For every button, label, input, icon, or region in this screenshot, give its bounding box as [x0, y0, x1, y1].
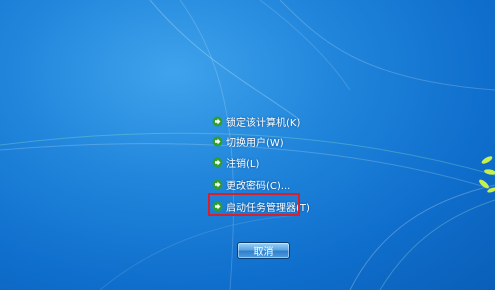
menu-item-log-off[interactable]: 注销(L) — [212, 154, 259, 170]
menu-item-label: 切换用户(W) — [226, 137, 284, 149]
leaf-decoration — [479, 156, 495, 193]
menu-item-switch-user[interactable]: 切换用户(W) — [212, 133, 284, 149]
highlight-box — [208, 193, 300, 216]
menu-item-lock-computer[interactable]: 锁定该计算机(K) — [212, 113, 300, 129]
green-arrow-icon — [212, 157, 223, 167]
green-arrow-icon — [212, 179, 223, 189]
green-arrow-icon — [212, 136, 223, 146]
cancel-button-label: 取消 — [253, 247, 274, 258]
menu-item-label: 更改密码(C)... — [226, 180, 291, 192]
menu-item-change-password[interactable]: 更改密码(C)... — [212, 176, 290, 192]
menu-item-label: 锁定该计算机(K) — [226, 117, 301, 129]
menu-item-label: 注销(L) — [226, 158, 260, 170]
cancel-button[interactable]: 取消 — [237, 242, 290, 259]
green-arrow-icon — [212, 116, 223, 126]
